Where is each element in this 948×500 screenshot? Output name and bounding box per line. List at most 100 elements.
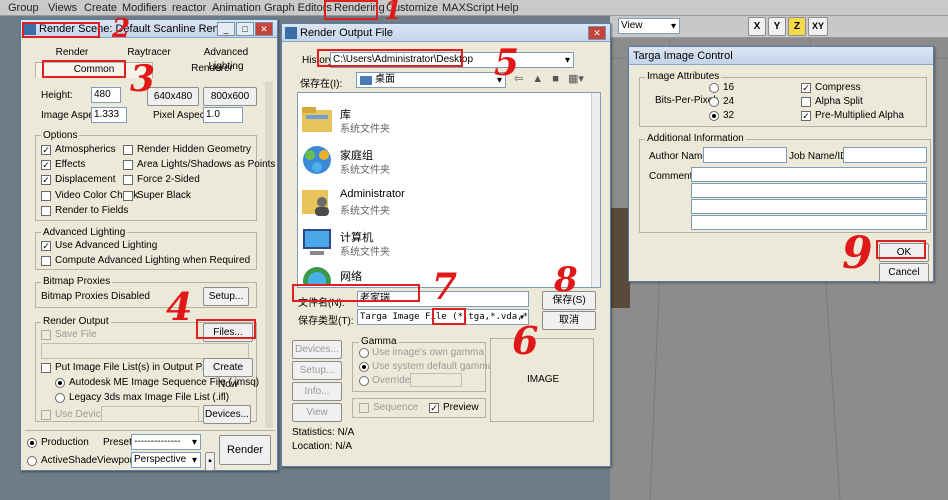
bitmap-setup-button[interactable]: Setup...	[203, 287, 249, 306]
axis-xy-button[interactable]: XY	[808, 17, 828, 36]
bpp-16-radio[interactable]	[709, 83, 719, 93]
menu-create[interactable]: Create	[84, 2, 117, 14]
gamma-override-field[interactable]	[410, 373, 462, 387]
devices-button-2[interactable]: Devices...	[292, 340, 342, 359]
compress-checkbox[interactable]: ✓	[801, 83, 811, 93]
menu-graph-editors[interactable]: Graph Editors	[264, 2, 332, 14]
atmospherics-checkbox[interactable]: ✓	[41, 145, 51, 155]
app-icon	[285, 27, 297, 39]
new-folder-icon[interactable]: ■	[552, 73, 559, 85]
production-radio[interactable]	[27, 438, 37, 448]
close-icon[interactable]: ✕	[255, 22, 273, 36]
pixel-aspect-field[interactable]: 1.0	[203, 107, 243, 123]
menu-maxscript[interactable]: MAXScript	[442, 2, 494, 14]
use-device-checkbox[interactable]	[41, 410, 51, 420]
file-list-scrollbar[interactable]	[591, 93, 600, 287]
render-to-fields-checkbox[interactable]	[41, 206, 51, 216]
image-aspect-field[interactable]: 1.333	[91, 107, 127, 123]
bpp-24-radio[interactable]	[709, 97, 719, 107]
view-dropdown[interactable]: View	[618, 18, 680, 34]
tab-renderer[interactable]: Renderer	[153, 62, 271, 78]
gamma-default-radio[interactable]	[359, 362, 369, 372]
lock-icon[interactable]: ▪	[205, 452, 215, 471]
info-button[interactable]: Info...	[292, 382, 342, 401]
put-image-list-checkbox[interactable]	[41, 363, 51, 373]
video-color-check-checkbox[interactable]	[41, 191, 51, 201]
menu-group[interactable]: Group	[8, 2, 39, 14]
preset-800-button[interactable]: 800x600	[203, 87, 257, 106]
menu-views[interactable]: Views	[48, 2, 77, 14]
item-sub: 系统文件夹	[340, 165, 390, 176]
bpp-32-radio[interactable]	[709, 111, 719, 121]
cancel-button[interactable]: 取消	[542, 311, 596, 330]
viewport-toolbar: View X Y Z XY	[610, 16, 948, 38]
production-label: Production	[41, 437, 89, 448]
area-lights-checkbox[interactable]	[123, 160, 133, 170]
up-folder-icon[interactable]: ▲	[532, 73, 543, 85]
list-item[interactable]: 家庭组 系统文件夹	[300, 143, 590, 183]
output-file-title: Render Output File	[300, 27, 393, 39]
save-in-dropdown[interactable]: 桌面	[356, 72, 506, 88]
scrollbar[interactable]	[265, 82, 273, 428]
job-field[interactable]	[843, 147, 927, 163]
compute-adv-lighting-checkbox[interactable]	[41, 256, 51, 266]
viewport-dropdown[interactable]: Perspective	[131, 452, 201, 468]
sequence-checkbox[interactable]	[359, 403, 369, 413]
displacement-checkbox[interactable]: ✓	[41, 175, 51, 185]
view-button[interactable]: View	[292, 403, 342, 422]
comments-line-1[interactable]	[691, 167, 927, 182]
save-file-checkbox[interactable]	[41, 330, 51, 340]
axis-y-button[interactable]: Y	[768, 17, 786, 36]
menu-animation[interactable]: Animation	[212, 2, 261, 14]
maximize-icon[interactable]: □	[236, 22, 254, 36]
pixel-aspect-label: Pixel Aspect:	[153, 110, 211, 121]
super-black-checkbox[interactable]	[123, 191, 133, 201]
create-now-button[interactable]: Create Now	[203, 358, 253, 390]
axis-z-button[interactable]: Z	[788, 17, 806, 36]
autodesk-seq-radio[interactable]	[55, 378, 65, 388]
axis-x-button[interactable]: X	[748, 17, 766, 36]
list-item[interactable]: 库 系统文件夹	[300, 102, 590, 142]
minimize-icon[interactable]: _	[217, 22, 235, 36]
preview-checkbox[interactable]: ✓	[429, 403, 439, 413]
use-adv-lighting-checkbox[interactable]: ✓	[41, 241, 51, 251]
annotation-2: 2	[112, 14, 131, 44]
comments-line-4[interactable]	[691, 215, 927, 230]
list-item[interactable]: 计算机 系统文件夹	[300, 225, 590, 265]
preset-dropdown[interactable]: --------------	[131, 434, 201, 450]
height-field[interactable]: 480	[91, 87, 121, 103]
bitmap-proxies-title: Bitmap Proxies	[41, 276, 113, 287]
activeshade-radio[interactable]	[27, 456, 37, 466]
image-preview-label: IMAGE	[527, 374, 560, 385]
list-item[interactable]: Administrator 系统文件夹	[300, 184, 590, 224]
view-menu-icon[interactable]: ▦▾	[568, 73, 584, 85]
menu-help[interactable]: Help	[496, 2, 519, 14]
render-button[interactable]: Render	[219, 435, 271, 465]
premult-checkbox[interactable]: ✓	[801, 111, 811, 121]
legacy-seq-radio[interactable]	[55, 393, 65, 403]
gamma-own-radio[interactable]	[359, 348, 369, 358]
menu-modifiers[interactable]: Modifiers	[122, 2, 167, 14]
author-field[interactable]	[703, 147, 787, 163]
item-sub: 系统文件夹	[340, 206, 390, 217]
menu-reactor[interactable]: reactor	[172, 2, 206, 14]
force-2sided-checkbox[interactable]	[123, 175, 133, 185]
gamma-override-radio[interactable]	[359, 376, 369, 386]
desktop-icon	[360, 76, 372, 85]
comments-line-3[interactable]	[691, 199, 927, 214]
effects-checkbox[interactable]: ✓	[41, 160, 51, 170]
job-label: Job Name/ID:	[789, 151, 851, 162]
alpha-split-checkbox[interactable]	[801, 97, 811, 107]
tab-advanced-lighting[interactable]: Advanced Lighting	[187, 46, 265, 72]
comments-line-2[interactable]	[691, 183, 927, 198]
devices-button[interactable]: Devices...	[203, 405, 251, 424]
output-path-field	[41, 343, 249, 359]
hidden-geometry-checkbox[interactable]	[123, 145, 133, 155]
setup-button-2[interactable]: Setup...	[292, 361, 342, 380]
annotation-4: 4	[166, 284, 193, 329]
save-file-label: Save File	[55, 329, 97, 340]
use-device-label: Use Device	[55, 409, 107, 420]
compress-label: Compress	[815, 82, 861, 93]
close-icon[interactable]: ✕	[588, 26, 606, 40]
targa-cancel-button[interactable]: Cancel	[879, 263, 929, 282]
